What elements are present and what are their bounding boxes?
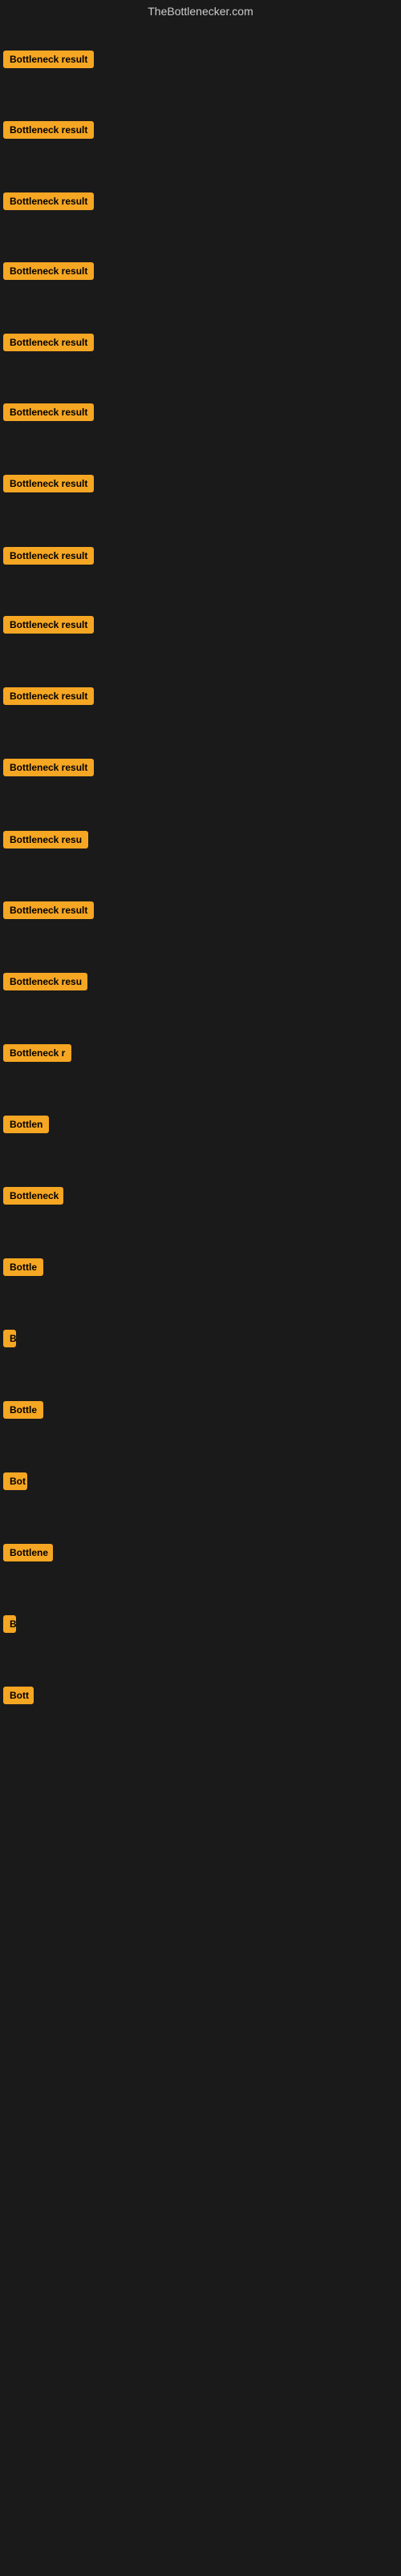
bottleneck-badge-row: Bottleneck result <box>3 475 94 496</box>
bottleneck-badge-row: Bottleneck result <box>3 334 94 355</box>
bottleneck-badge-row: Bottleneck resu <box>3 973 87 994</box>
bottleneck-badge[interactable]: Bottleneck result <box>3 403 94 421</box>
bottleneck-badge[interactable]: B <box>3 1330 16 1347</box>
bottleneck-badge[interactable]: Bottlen <box>3 1116 49 1133</box>
bottleneck-badge[interactable]: Bottleneck result <box>3 616 94 634</box>
bottleneck-badge-row: Bottleneck result <box>3 759 94 780</box>
bottleneck-badge[interactable]: Bottleneck result <box>3 262 94 280</box>
bottleneck-badge-row: Bottleneck result <box>3 51 94 72</box>
bottleneck-badge-row: Bottlene <box>3 1544 53 1565</box>
bottleneck-badge-row: Bottle <box>3 1258 43 1280</box>
bottleneck-badge-row: Bottleneck result <box>3 687 94 709</box>
bottleneck-badge[interactable]: B <box>3 1615 16 1633</box>
bottleneck-badge[interactable]: Bottlene <box>3 1544 53 1561</box>
bottleneck-badge-row: Bottleneck result <box>3 403 94 425</box>
bottleneck-badge-row: Bottleneck <box>3 1187 63 1209</box>
bottleneck-badge[interactable]: Bott <box>3 1687 34 1704</box>
bottleneck-badge[interactable]: Bottleneck result <box>3 192 94 210</box>
bottleneck-badge[interactable]: Bottleneck result <box>3 547 94 565</box>
bottleneck-badge-row: Bottleneck result <box>3 121 94 143</box>
bottleneck-badge[interactable]: Bottleneck result <box>3 901 94 919</box>
bottleneck-badge[interactable]: Bottleneck result <box>3 51 94 68</box>
bottleneck-badge-row: Bottleneck result <box>3 262 94 284</box>
bottleneck-badge-row: Bot <box>3 1472 27 1494</box>
page-wrapper: TheBottlenecker.com Bottleneck resultBot… <box>0 0 401 2576</box>
bottleneck-badge[interactable]: Bottle <box>3 1258 43 1276</box>
bottleneck-badge[interactable]: Bottleneck result <box>3 687 94 705</box>
bottleneck-badge[interactable]: Bottleneck resu <box>3 973 87 990</box>
bottleneck-badge[interactable]: Bot <box>3 1472 27 1490</box>
bottleneck-badge-row: Bott <box>3 1687 34 1708</box>
bottleneck-badge-row: B <box>3 1615 16 1637</box>
bottleneck-badge[interactable]: Bottleneck result <box>3 759 94 776</box>
bottleneck-badge-row: Bottle <box>3 1401 43 1423</box>
bottleneck-badge[interactable]: Bottleneck <box>3 1187 63 1205</box>
bottleneck-badge-row: Bottleneck resu <box>3 831 88 853</box>
bottleneck-badge-row: Bottleneck r <box>3 1044 71 1066</box>
bottleneck-badge[interactable]: Bottleneck result <box>3 475 94 492</box>
bottleneck-badge-row: Bottleneck result <box>3 192 94 214</box>
bottleneck-badge[interactable]: Bottleneck result <box>3 334 94 351</box>
bottleneck-badge[interactable]: Bottleneck result <box>3 121 94 139</box>
bottleneck-badge[interactable]: Bottleneck resu <box>3 831 88 849</box>
bottleneck-badge-row: Bottleneck result <box>3 616 94 638</box>
bottleneck-badge-row: B <box>3 1330 16 1351</box>
bottleneck-badge-row: Bottleneck result <box>3 547 94 569</box>
bottleneck-badge[interactable]: Bottleneck r <box>3 1044 71 1062</box>
badges-container: Bottleneck result Bottleneck result Bottle… <box>0 21 401 2576</box>
bottleneck-badge[interactable]: Bottle <box>3 1401 43 1419</box>
site-title: TheBottlenecker.com <box>0 0 401 21</box>
bottleneck-badge-row: Bottleneck result <box>3 901 94 923</box>
bottleneck-badge-row: Bottlen <box>3 1116 49 1137</box>
